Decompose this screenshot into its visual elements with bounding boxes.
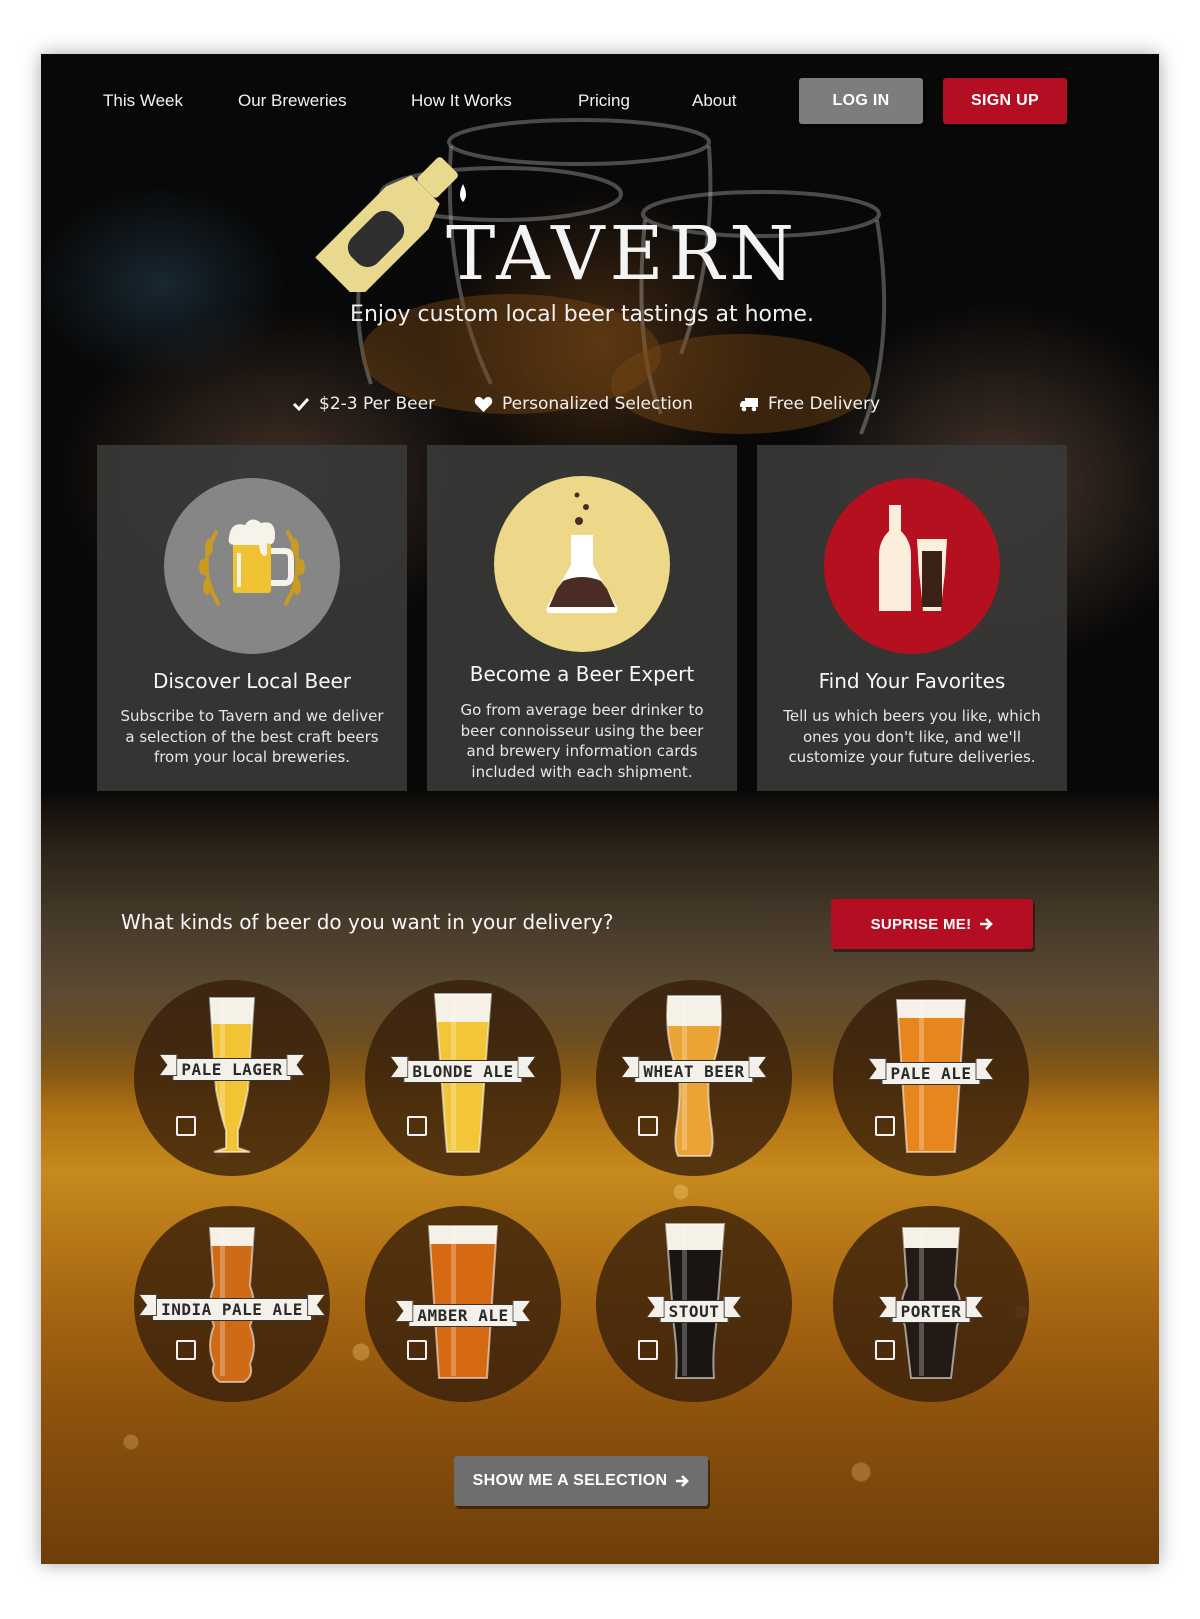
card-favorites-text: Tell us which beers you like, which ones… bbox=[783, 707, 1041, 766]
selection-question: What kinds of beer do you want in your d… bbox=[121, 910, 614, 934]
hero-section: This Week Our Breweries How It Works Pri… bbox=[41, 54, 1159, 820]
beer-checkbox[interactable] bbox=[176, 1116, 196, 1136]
nav-this-week[interactable]: This Week bbox=[103, 91, 183, 111]
card-favorites: Find Your Favorites Tell us which beers … bbox=[757, 445, 1067, 791]
feature-personalized: Personalized Selection bbox=[474, 394, 693, 414]
beer-label: PALE LAGER bbox=[172, 1058, 292, 1081]
card-expert: Become a Beer Expert Go from average bee… bbox=[427, 445, 737, 791]
surprise-me-label: SUPRISE ME! bbox=[870, 915, 972, 933]
card-expert-title: Become a Beer Expert bbox=[469, 662, 695, 686]
beer-option-wheat-beer[interactable]: WHEAT BEER bbox=[596, 980, 792, 1176]
beer-label: BLONDE ALE bbox=[403, 1060, 523, 1083]
show-selection-label: SHOW ME A SELECTION bbox=[472, 1472, 668, 1489]
beer-checkbox[interactable] bbox=[638, 1116, 658, 1136]
feature-delivery: Free Delivery bbox=[740, 394, 880, 414]
arrow-right-icon bbox=[676, 1475, 690, 1487]
nav-pricing[interactable]: Pricing bbox=[578, 91, 630, 111]
beer-option-stout[interactable]: STOUT bbox=[596, 1206, 792, 1402]
beer-checkbox[interactable] bbox=[875, 1116, 895, 1136]
feature-delivery-label: Free Delivery bbox=[768, 394, 881, 414]
login-button[interactable]: LOG IN bbox=[799, 78, 923, 124]
signup-button[interactable]: SIGN UP bbox=[943, 78, 1067, 124]
card-favorites-title: Find Your Favorites bbox=[818, 669, 1006, 693]
check-icon bbox=[292, 397, 310, 412]
beer-checkbox[interactable] bbox=[638, 1340, 658, 1360]
feature-personalized-label: Personalized Selection bbox=[502, 394, 693, 414]
surprise-me-button[interactable]: SUPRISE ME! bbox=[831, 899, 1033, 949]
show-selection-button[interactable]: SHOW ME A SELECTION bbox=[454, 1456, 708, 1506]
card-discover-text: Subscribe to Tavern and we deliver a sel… bbox=[120, 707, 384, 766]
nav-how-it-works[interactable]: How It Works bbox=[411, 91, 512, 111]
bottle-and-glass-icon bbox=[824, 478, 1000, 654]
beer-foam bbox=[210, 998, 254, 1024]
beer-foam bbox=[666, 1224, 724, 1250]
beer-label: AMBER ALE bbox=[408, 1304, 518, 1327]
nav-about[interactable]: About bbox=[692, 91, 736, 111]
beer-foam bbox=[210, 1228, 254, 1246]
beer-option-pale-lager[interactable]: PALE LAGER bbox=[134, 980, 330, 1176]
beer-checkbox[interactable] bbox=[176, 1340, 196, 1360]
heart-icon bbox=[474, 396, 493, 412]
hero-tagline: Enjoy custom local beer tastings at home… bbox=[350, 302, 814, 327]
top-navigation: This Week Our Breweries How It Works Pri… bbox=[41, 54, 1159, 150]
beer-label: STOUT bbox=[659, 1300, 729, 1323]
beer-label: PALE ALE bbox=[881, 1062, 981, 1085]
beer-option-pale-ale[interactable]: PALE ALE bbox=[833, 980, 1029, 1176]
truck-icon bbox=[740, 398, 758, 412]
beer-selection-section: What kinds of beer do you want in your d… bbox=[41, 792, 1159, 1564]
beer-checkbox[interactable] bbox=[407, 1340, 427, 1360]
beer-foam bbox=[667, 996, 721, 1026]
beer-label: WHEAT BEER bbox=[634, 1060, 754, 1083]
card-discover: Discover Local Beer Subscribe to Tavern … bbox=[97, 445, 407, 791]
beer-option-porter[interactable]: PORTER bbox=[833, 1206, 1029, 1402]
beer-foam bbox=[435, 994, 491, 1022]
card-discover-title: Discover Local Beer bbox=[152, 669, 352, 693]
brand-title: TAVERN bbox=[446, 211, 799, 297]
beer-option-amber-ale[interactable]: AMBER ALE bbox=[365, 1206, 561, 1402]
beer-mug-laurel-icon bbox=[164, 478, 340, 654]
beer-checkbox[interactable] bbox=[407, 1116, 427, 1136]
arrow-right-icon bbox=[980, 918, 994, 930]
beer-label: PORTER bbox=[891, 1300, 971, 1323]
nav-our-breweries[interactable]: Our Breweries bbox=[238, 91, 347, 111]
beer-option-blonde-ale[interactable]: BLONDE ALE bbox=[365, 980, 561, 1176]
card-expert-text: Go from average beer drinker to beer con… bbox=[460, 701, 704, 781]
beer-checkbox[interactable] bbox=[875, 1340, 895, 1360]
feature-price-label: $2-3 Per Beer bbox=[319, 394, 436, 414]
beer-option-india-pale-ale[interactable]: INDIA PALE ALE bbox=[134, 1206, 330, 1402]
beer-label: INDIA PALE ALE bbox=[152, 1298, 312, 1321]
feature-price: $2-3 Per Beer bbox=[292, 394, 435, 414]
page: This Week Our Breweries How It Works Pri… bbox=[41, 54, 1159, 1564]
flask-icon bbox=[494, 476, 670, 652]
